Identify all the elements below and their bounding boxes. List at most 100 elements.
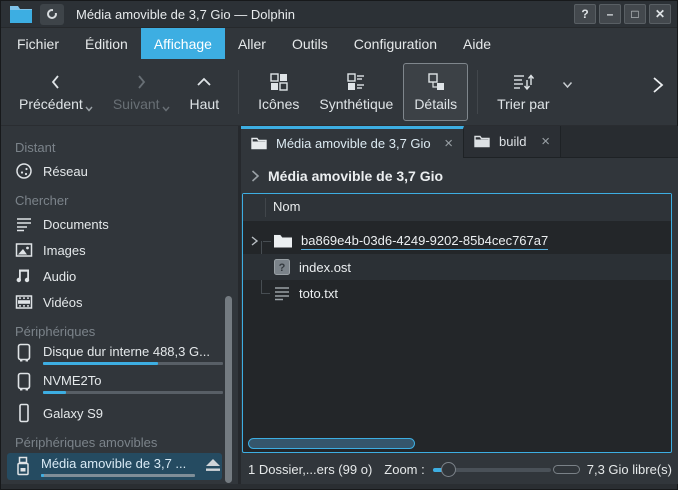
- zoom-slider-thumb[interactable]: [441, 462, 456, 477]
- sidebar-item-media-amovible[interactable]: Média amovible de 3,7 ...: [7, 453, 222, 480]
- text-file-icon: [273, 284, 291, 302]
- icons-view-icon: [269, 72, 289, 92]
- back-label: Précédent: [19, 96, 83, 112]
- images-icon: [15, 241, 33, 259]
- menu-aller[interactable]: Aller: [225, 28, 279, 59]
- dropdown-caret-icon: [162, 106, 170, 112]
- close-button[interactable]: ✕: [649, 4, 671, 24]
- tab-close-icon[interactable]: ×: [541, 134, 550, 149]
- sidebar-item-label: Documents: [43, 217, 109, 232]
- horizontal-scrollbar[interactable]: [248, 438, 415, 449]
- expander-chevron-icon[interactable]: [250, 235, 259, 247]
- svg-text:?: ?: [279, 262, 286, 274]
- places-panel: Distant Réseau Chercher Documents Images: [1, 126, 238, 484]
- sidebar-item-disque-dur-interne[interactable]: Disque dur interne 488,3 G...: [1, 342, 238, 371]
- menu-aide[interactable]: Aide: [450, 28, 504, 59]
- file-name[interactable]: toto.txt: [299, 286, 338, 301]
- sidebar-item-videos[interactable]: Vidéos: [1, 289, 238, 315]
- folder-icon: [273, 233, 293, 249]
- usb-icon: [15, 456, 31, 476]
- sidebar-item-galaxy-s9[interactable]: Galaxy S9: [1, 400, 238, 426]
- hdd-icon: [15, 372, 33, 392]
- eject-button[interactable]: [205, 458, 221, 472]
- icons-view-button[interactable]: Icônes: [248, 63, 309, 121]
- items-summary: 1 Dossier,...ers (99 o): [248, 462, 372, 477]
- menu-configuration[interactable]: Configuration: [341, 28, 450, 59]
- forward-label: Suivant: [113, 96, 160, 112]
- sidebar-item-label: Vidéos: [43, 295, 83, 310]
- menu-outils[interactable]: Outils: [279, 28, 341, 59]
- section-header-peripheriques: Périphériques: [1, 322, 238, 342]
- sidebar-scrollbar[interactable]: [225, 296, 232, 483]
- section-header-chercher: Chercher: [1, 191, 238, 211]
- tab-media-amovible[interactable]: Média amovible de 3,7 Gio ×: [241, 126, 464, 158]
- sidebar-item-label: Média amovible de 3,7 ...: [41, 455, 195, 472]
- sidebar-item-images[interactable]: Images: [1, 237, 238, 263]
- videos-icon: [15, 293, 33, 311]
- sort-dropdown-caret-icon[interactable]: [562, 81, 573, 89]
- sort-by-label: Trier par: [497, 96, 549, 112]
- breadcrumb-location[interactable]: Média amovible de 3,7 Gio: [268, 168, 443, 184]
- sidebar-item-documents[interactable]: Documents: [1, 211, 238, 237]
- compact-view-icon: [346, 72, 366, 92]
- dolphin-folder-icon: [9, 5, 33, 24]
- disk-usage-bar: [43, 391, 223, 394]
- disk-usage-bar: [43, 362, 223, 365]
- sidebar-item-label: Réseau: [43, 164, 88, 179]
- window-bottom-edge: [1, 484, 677, 489]
- usb-drive-badge-icon: [46, 8, 58, 20]
- free-space-capacity-bar: [553, 465, 580, 474]
- hdd-icon: [15, 343, 33, 363]
- file-row-folder[interactable]: ba869e4b-03d6-4249-9202-85b4cec767a7: [243, 228, 671, 254]
- menu-fichier[interactable]: Fichier: [4, 28, 72, 59]
- documents-icon: [15, 215, 33, 233]
- sidebar-item-label: Audio: [43, 269, 76, 284]
- breadcrumb[interactable]: Média amovible de 3,7 Gio: [241, 158, 678, 193]
- window-menu-button[interactable]: [40, 4, 64, 25]
- tab-bar: Média amovible de 3,7 Gio × build ×: [241, 126, 678, 158]
- sidebar-item-label: NVME2To: [43, 372, 225, 389]
- section-header-peripheriques-amovibles: Périphériques amovibles: [1, 433, 238, 453]
- tab-label: Média amovible de 3,7 Gio: [276, 136, 431, 151]
- sidebar-item-nvme2to[interactable]: NVME2To: [1, 371, 238, 400]
- sidebar-item-label: Images: [43, 243, 86, 258]
- compact-view-button[interactable]: Synthétique: [309, 63, 403, 121]
- up-button[interactable]: Haut: [180, 63, 230, 121]
- sidebar-item-label: Disque dur interne 488,3 G...: [43, 343, 225, 360]
- toolbar-overflow-chevron-icon[interactable]: [651, 76, 664, 94]
- toolbar-separator: [238, 70, 239, 114]
- column-header-nom: Nom: [273, 199, 300, 214]
- file-row-index-ost[interactable]: ? index.ost: [243, 254, 671, 280]
- details-view-button[interactable]: Détails: [403, 63, 468, 121]
- sort-by-button[interactable]: Trier par: [487, 63, 559, 121]
- tab-close-icon[interactable]: ×: [444, 136, 453, 151]
- tab-build[interactable]: build ×: [464, 126, 561, 157]
- chevron-left-icon: [46, 72, 66, 92]
- network-icon: [15, 162, 33, 180]
- folder-icon: [251, 137, 267, 150]
- column-header-bar[interactable]: Nom: [243, 194, 671, 221]
- toolbar-separator: [477, 70, 478, 114]
- minimize-button[interactable]: –: [599, 4, 621, 24]
- audio-icon: [15, 267, 33, 285]
- zoom-slider[interactable]: [433, 460, 551, 480]
- compact-view-label: Synthétique: [319, 96, 393, 112]
- unknown-file-icon: ?: [273, 258, 291, 276]
- menu-edition[interactable]: Édition: [72, 28, 141, 59]
- status-bar: 1 Dossier,...ers (99 o) Zoom : 7,3 Gio l…: [241, 453, 678, 486]
- sidebar-item-label: Galaxy S9: [43, 406, 103, 421]
- sidebar-item-audio[interactable]: Audio: [1, 263, 238, 289]
- maximize-button[interactable]: □: [624, 4, 646, 24]
- back-button[interactable]: Précédent: [9, 63, 103, 121]
- file-name[interactable]: ba869e4b-03d6-4249-9202-85b4cec767a7: [301, 233, 548, 250]
- zoom-label: Zoom :: [384, 462, 424, 477]
- sidebar-item-reseau[interactable]: Réseau: [1, 158, 238, 184]
- menu-affichage[interactable]: Affichage: [141, 28, 225, 59]
- file-row-toto-txt[interactable]: toto.txt: [243, 280, 671, 306]
- chevron-up-icon: [194, 72, 214, 92]
- forward-button[interactable]: Suivant: [103, 63, 180, 121]
- details-view-label: Détails: [414, 96, 457, 112]
- help-button[interactable]: ?: [574, 4, 596, 24]
- icons-view-label: Icônes: [258, 96, 299, 112]
- file-name[interactable]: index.ost: [299, 260, 351, 275]
